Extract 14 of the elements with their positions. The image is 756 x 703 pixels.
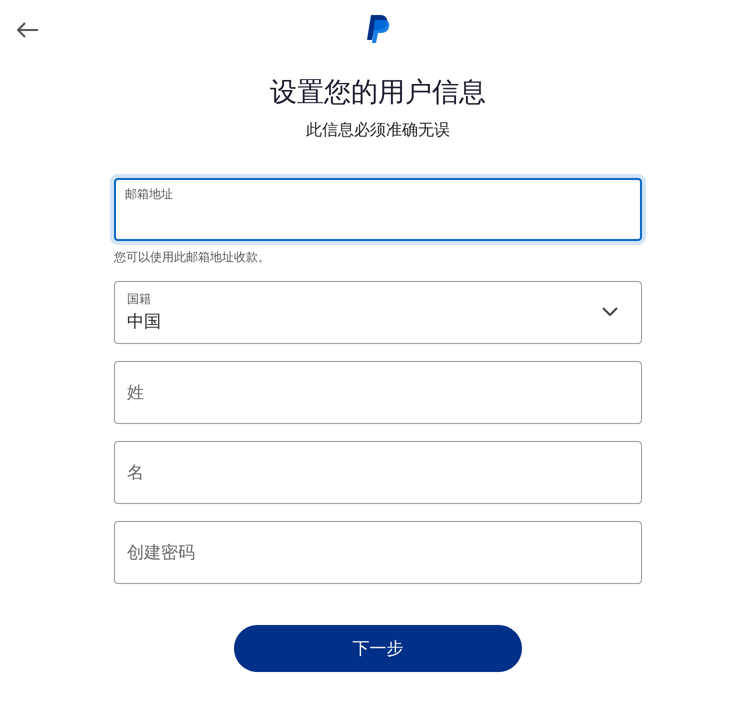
- page-title: 设置您的用户信息: [270, 76, 486, 110]
- input-field[interactable]: 姓: [114, 361, 642, 424]
- input-field[interactable]: [114, 178, 642, 241]
- chevron-down-icon: [601, 306, 619, 318]
- select-value: 中国: [127, 311, 161, 333]
- logo-icon: [365, 14, 391, 44]
- field-label: 邮箱地址: [125, 187, 173, 202]
- field-label: 国籍: [127, 292, 152, 307]
- next-button[interactable]: 下一步: [234, 625, 522, 672]
- helper-text: 您可以使用此邮箱地址收款。: [114, 249, 271, 266]
- input-field[interactable]: 名: [114, 441, 642, 504]
- input-field[interactable]: 创建密码: [114, 521, 642, 584]
- page-subtitle: 此信息必须准确无误: [306, 120, 450, 141]
- nationality-select[interactable]: 国籍 中国: [114, 281, 642, 344]
